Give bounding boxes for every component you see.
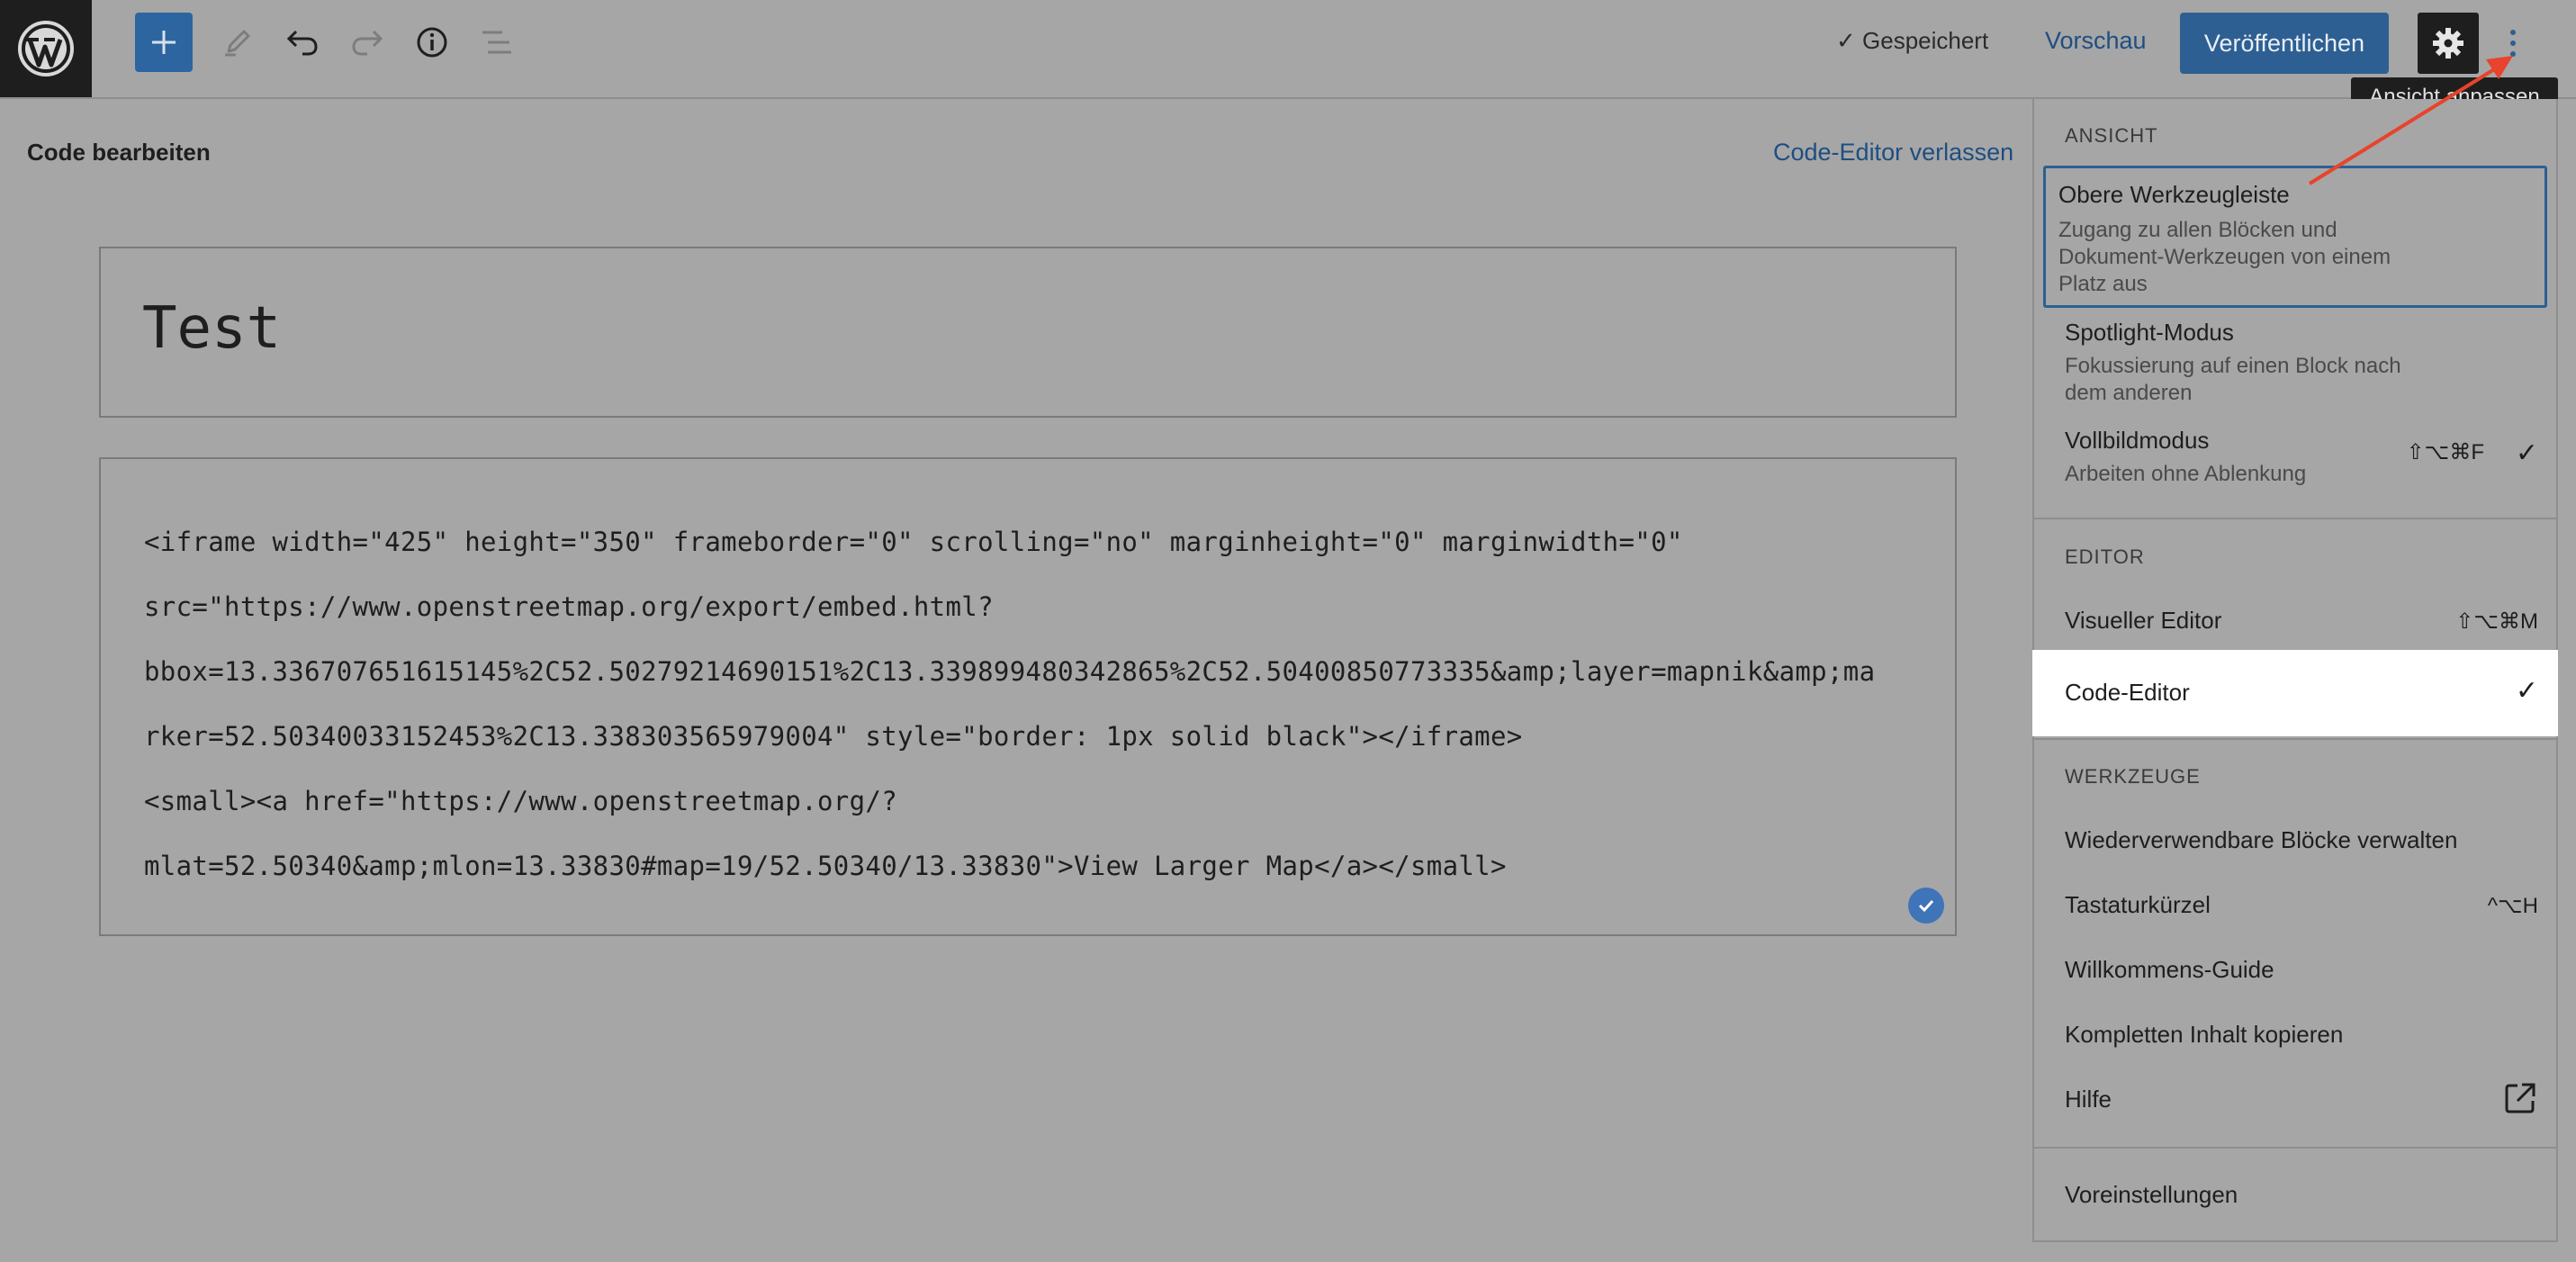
code-line: rker=52.50340033152453%2C13.338303565979…	[144, 721, 1523, 752]
exit-code-editor-button[interactable]: Code-Editor verlassen	[1773, 139, 2013, 167]
shortcut-label: ⇧⌥⌘M	[2455, 609, 2538, 634]
publish-button[interactable]: Veröffentlichen	[2180, 13, 2389, 74]
pencil-icon	[225, 30, 250, 57]
menu-item-label: Code-Editor	[2065, 679, 2190, 706]
menu-item-welcome-guide[interactable]: Willkommens-Guide	[2043, 940, 2547, 999]
menu-item-manage-reusable-blocks[interactable]: Wiederverwendbare Blöcke verwalten	[2043, 810, 2547, 870]
menu-item-label: Vollbildmodus	[2065, 427, 2210, 454]
menu-item-description: Arbeiten ohne Ablenkung	[2065, 462, 2307, 486]
checkmark-icon: ✓	[2515, 438, 2538, 468]
menu-item-label: Tastaturkürzel	[2065, 891, 2211, 918]
menu-divider	[2034, 518, 2556, 519]
redo-button[interactable]	[338, 13, 396, 72]
post-title-field[interactable]: Test	[99, 247, 1957, 418]
undo-icon	[286, 30, 318, 56]
menu-item-label: Kompletten Inhalt kopieren	[2065, 1021, 2344, 1048]
section-label-ansicht: ANSICHT	[2065, 124, 2158, 147]
menu-item-description: Zugang zu allen Blöcken und Dokument-Wer…	[2058, 218, 2391, 296]
shortcut-label: ⇧⌥⌘F	[2406, 440, 2484, 464]
menu-item-label: Wiederverwendbare Blöcke verwalten	[2065, 826, 2458, 853]
menu-item-top-toolbar[interactable]: Obere Werkzeugleiste Zugang zu allen Blö…	[2043, 166, 2547, 308]
menu-item-spotlight-mode[interactable]: Spotlight-Modus Fokussierung auf einen B…	[2043, 311, 2547, 410]
details-button[interactable]	[403, 13, 461, 72]
menu-item-label: Visueller Editor	[2065, 607, 2222, 634]
post-title-text: Test	[142, 295, 282, 362]
list-view-icon	[482, 31, 511, 54]
menu-item-copy-all-content[interactable]: Kompletten Inhalt kopieren	[2043, 1005, 2547, 1064]
gear-icon	[2433, 28, 2463, 59]
menu-item-help[interactable]: Hilfe	[2043, 1069, 2547, 1129]
editor-toolbar: ✓ Gespeichert Vorschau Veröffentlichen	[0, 0, 2576, 99]
menu-divider	[2034, 738, 2556, 740]
menu-item-description: Fokussierung auf einen Block nach dem an…	[2065, 354, 2401, 405]
menu-item-label: Willkommens-Guide	[2065, 956, 2274, 983]
tools-button[interactable]	[209, 13, 266, 72]
shortcut-label: ^⌥H	[2487, 894, 2538, 918]
settings-button[interactable]	[2418, 13, 2479, 74]
code-line: <small><a href="https://www.openstreetma…	[144, 786, 898, 816]
menu-item-label: Spotlight-Modus	[2065, 319, 2234, 346]
code-line: bbox=13.336707651615145%2C52.50279214690…	[144, 656, 1876, 687]
menu-item-label: Voreinstellungen	[2065, 1181, 2238, 1208]
menu-item-preferences[interactable]: Voreinstellungen	[2043, 1165, 2547, 1224]
code-editor-heading: Code bearbeiten	[27, 139, 211, 166]
section-label-editor: EDITOR	[2065, 545, 2145, 568]
plus-icon	[152, 31, 176, 54]
code-content: <iframe width="425" height="350" framebo…	[144, 509, 1875, 898]
code-line: <iframe width="425" height="350" framebo…	[144, 527, 1683, 557]
menu-item-visual-editor[interactable]: Visueller Editor ⇧⌥⌘M	[2043, 590, 2547, 650]
menu-item-label: Hilfe	[2065, 1086, 2112, 1113]
section-label-werkzeuge: WERKZEUGE	[2065, 765, 2201, 788]
menu-item-label: Obere Werkzeugleiste	[2058, 181, 2290, 208]
add-block-button[interactable]	[135, 13, 193, 72]
grammar-check-icon[interactable]	[1908, 888, 1944, 924]
menu-item-keyboard-shortcuts[interactable]: Tastaturkürzel ^⌥H	[2043, 875, 2547, 934]
options-dropdown-menu: ANSICHT Obere Werkzeugleiste Zugang zu a…	[2032, 99, 2558, 1242]
menu-item-code-editor[interactable]: Code-Editor ✓	[2032, 650, 2558, 736]
menu-divider	[2034, 1147, 2556, 1149]
checkmark-icon	[1918, 899, 1934, 913]
code-textarea[interactable]: <iframe width="425" height="350" framebo…	[99, 457, 1957, 936]
undo-button[interactable]	[274, 13, 331, 72]
info-icon	[417, 27, 447, 58]
menu-item-fullscreen-mode[interactable]: Vollbildmodus Arbeiten ohne Ablenkung ⇧⌥…	[2043, 419, 2547, 500]
checkmark-icon: ✓	[2515, 676, 2538, 706]
list-view-button[interactable]	[468, 13, 526, 72]
code-line: src="https://www.openstreetmap.org/expor…	[144, 591, 994, 622]
redo-icon	[352, 30, 383, 56]
saved-status: ✓ Gespeichert	[1836, 27, 1989, 54]
options-menu-button[interactable]	[2493, 14, 2533, 72]
external-link-icon	[2505, 1083, 2535, 1113]
wordpress-icon	[18, 21, 74, 77]
more-vertical-icon	[2510, 30, 2516, 57]
preview-button[interactable]: Vorschau	[2045, 27, 2147, 55]
wordpress-logo[interactable]	[0, 0, 92, 97]
code-line: mlat=52.50340&amp;mlon=13.33830#map=19/5…	[144, 851, 1507, 881]
